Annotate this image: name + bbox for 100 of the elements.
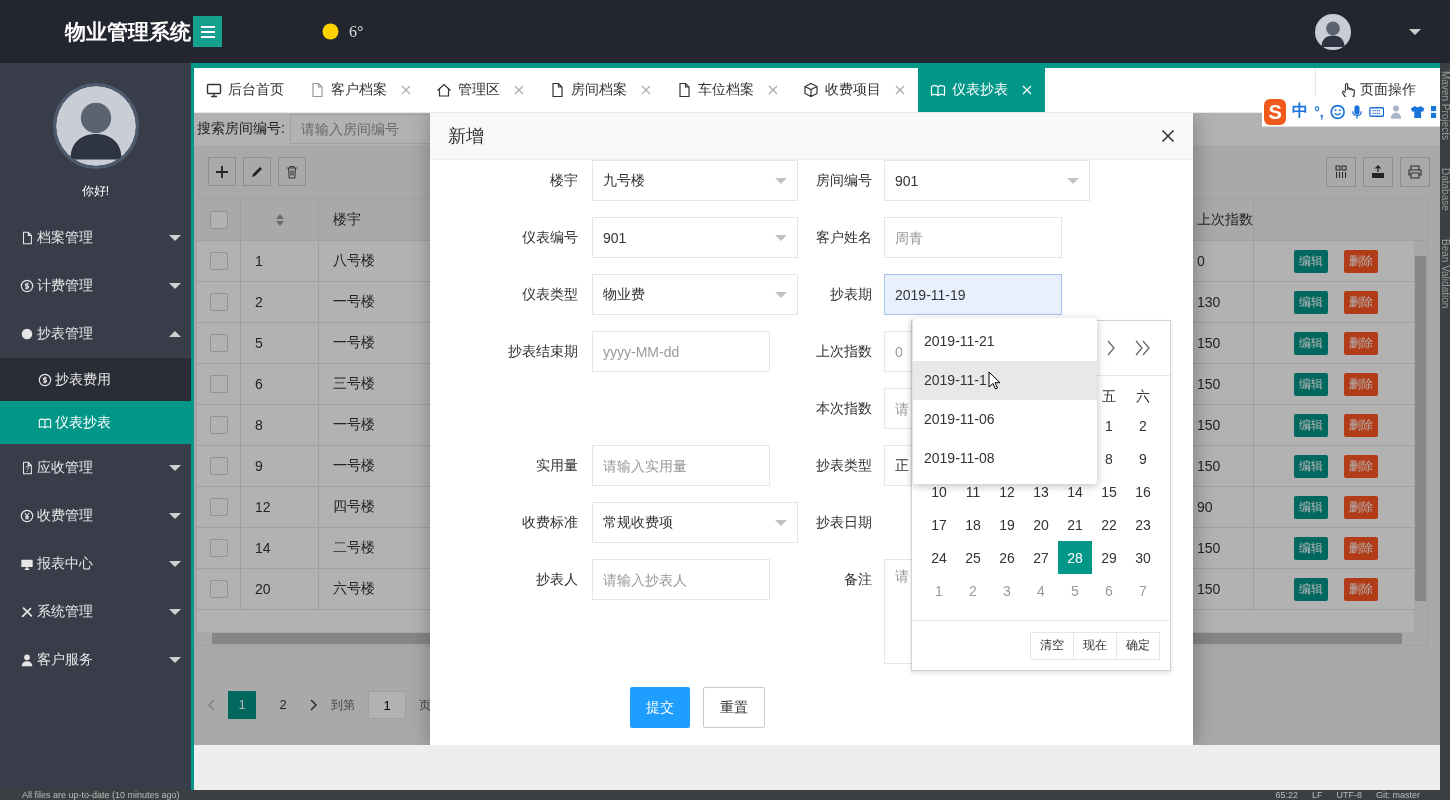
day-cell[interactable]: 9: [1126, 442, 1160, 475]
checkbox[interactable]: [209, 539, 228, 557]
picker-button[interactable]: 确定: [1116, 631, 1160, 660]
day-cell[interactable]: 17: [922, 508, 956, 541]
suggestion-item[interactable]: 2019-11-1: [913, 361, 1097, 400]
tab[interactable]: 后台首页: [194, 68, 297, 112]
trash-icon: [284, 163, 300, 180]
add-button[interactable]: [208, 157, 236, 186]
nav-item[interactable]: 档案管理: [0, 214, 191, 262]
checkbox[interactable]: [209, 334, 228, 352]
checkbox[interactable]: [209, 580, 228, 598]
field-label: 抄表结束期: [507, 342, 579, 361]
table-cell-text: 三号楼: [332, 374, 376, 393]
tab[interactable]: 收费项目: [791, 68, 918, 112]
day-cell[interactable]: 16: [1126, 475, 1160, 508]
hand-icon: [1340, 81, 1356, 99]
select-field[interactable]: 常规收费项: [592, 502, 798, 543]
day-cell[interactable]: 19: [990, 508, 1024, 541]
checkbox[interactable]: [209, 293, 228, 311]
nav-item[interactable]: 收费管理: [0, 492, 191, 540]
nav-item[interactable]: 抄表费用: [0, 358, 191, 401]
sort-icon[interactable]: [274, 212, 285, 227]
picker-button[interactable]: 现在: [1073, 631, 1117, 660]
tab[interactable]: 车位档案: [664, 68, 791, 112]
reset-button[interactable]: 重置: [703, 687, 765, 728]
day-cell[interactable]: 29: [1092, 541, 1126, 574]
tab[interactable]: 仪表抄表: [918, 68, 1045, 112]
input-field[interactable]: yyyy-MM-dd: [592, 331, 770, 372]
avatar[interactable]: [1315, 13, 1351, 50]
nav-item[interactable]: 仪表抄表: [0, 401, 191, 444]
suggestion-item[interactable]: 2019-11-21: [913, 322, 1097, 361]
day-cell[interactable]: 30: [1126, 541, 1160, 574]
nav-item[interactable]: 报表中心: [0, 540, 191, 588]
export-button[interactable]: [1363, 156, 1393, 187]
chevron-left-icon[interactable]: [207, 699, 215, 711]
smiley-icon[interactable]: [1329, 102, 1346, 121]
day-cell[interactable]: 25: [956, 541, 990, 574]
home-icon: [436, 82, 452, 98]
day-cell[interactable]: 23: [1126, 508, 1160, 541]
double-chevron-icon[interactable]: [1134, 340, 1152, 356]
checkbox[interactable]: [209, 375, 228, 393]
input-field[interactable]: 2019-11-19: [884, 274, 1062, 315]
day-cell[interactable]: 21: [1058, 508, 1092, 541]
checkbox[interactable]: [209, 457, 228, 475]
tools-icon: [20, 605, 34, 619]
keyboard-icon[interactable]: [1369, 104, 1385, 119]
field-label: 客户姓名: [815, 228, 873, 247]
picker-button[interactable]: 清空: [1030, 631, 1074, 660]
status-item: 65:22: [1275, 790, 1298, 800]
nav-item[interactable]: 抄表管理: [0, 310, 191, 358]
table-cell-text: 一号楼: [332, 415, 376, 434]
nav-item[interactable]: 计费管理: [0, 262, 191, 310]
tab[interactable]: 房间档案: [537, 68, 664, 112]
select-field[interactable]: 901: [884, 160, 1090, 201]
field-label: 本次指数: [815, 399, 873, 418]
nav-item[interactable]: 应收管理: [0, 444, 191, 492]
shirt-icon[interactable]: [1410, 103, 1426, 120]
input-field[interactable]: 请输入抄表人: [592, 559, 770, 600]
menu-button[interactable]: [193, 16, 222, 47]
day-cell[interactable]: 28: [1058, 541, 1092, 574]
edit-button[interactable]: [243, 157, 271, 186]
checkbox[interactable]: [209, 210, 228, 229]
tab[interactable]: 客户档案: [297, 68, 424, 112]
day-cell[interactable]: 26: [990, 541, 1024, 574]
chevron-right-icon[interactable]: [1106, 340, 1116, 356]
day-cell[interactable]: 15: [1092, 475, 1126, 508]
day-cell[interactable]: 24: [922, 541, 956, 574]
scrollbar[interactable]: [1414, 241, 1427, 632]
checkbox[interactable]: [209, 416, 228, 434]
close-icon[interactable]: [1161, 129, 1175, 143]
day-cell[interactable]: 20: [1024, 508, 1058, 541]
nav-item[interactable]: 客户服务: [0, 636, 191, 684]
nav-item[interactable]: 系统管理: [0, 588, 191, 636]
day-cell[interactable]: 2: [1126, 409, 1160, 442]
columns-icon: [1333, 163, 1349, 180]
suggestion-item[interactable]: 2019-11-08: [913, 439, 1097, 478]
checkbox[interactable]: [209, 498, 228, 516]
input-field[interactable]: 请输入实用量: [592, 445, 770, 486]
suggestion-item[interactable]: 2019-11-06: [913, 400, 1097, 439]
day-cell[interactable]: 22: [1092, 508, 1126, 541]
scrollbar-thumb[interactable]: [1415, 256, 1426, 601]
columns-button[interactable]: [1326, 156, 1356, 187]
select-field[interactable]: 物业费: [592, 274, 798, 315]
day-cell[interactable]: 18: [956, 508, 990, 541]
pager-label: 页: [419, 696, 431, 714]
cursor-icon: [988, 371, 1001, 390]
select-field[interactable]: 九号楼: [592, 160, 798, 201]
page-link[interactable]: 2: [269, 691, 297, 719]
delete-button[interactable]: [278, 157, 306, 186]
input-field[interactable]: 周青: [884, 217, 1062, 258]
page-input[interactable]: 1: [368, 691, 406, 719]
checkbox[interactable]: [209, 252, 228, 270]
print-button[interactable]: [1400, 156, 1430, 187]
chevron-right-icon[interactable]: [310, 699, 318, 711]
tab[interactable]: 管理区: [424, 68, 537, 112]
day-cell[interactable]: 27: [1024, 541, 1058, 574]
ime-mode[interactable]: 中: [1292, 101, 1309, 122]
select-field[interactable]: 901: [592, 217, 798, 258]
microphone-icon[interactable]: [1351, 102, 1364, 121]
weekday-label: 六: [1135, 387, 1151, 406]
